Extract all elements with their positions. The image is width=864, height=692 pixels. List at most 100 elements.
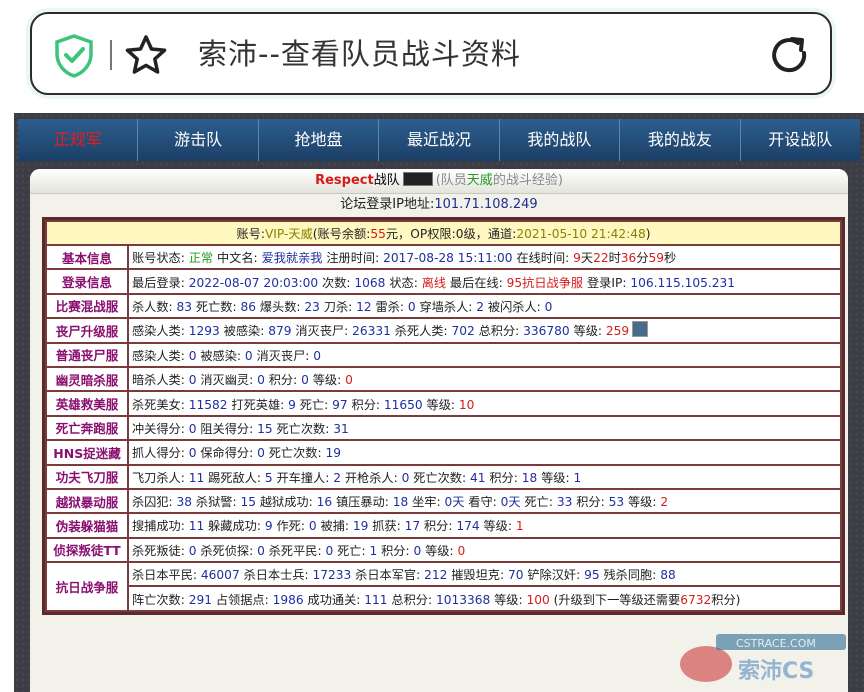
field-label: 在线时间:	[512, 251, 574, 266]
team-name[interactable]: Respect	[315, 173, 374, 188]
row-values: 冲关得分: 0 阻关得分: 15 死亡次数: 31	[129, 416, 840, 440]
field-value: 9	[288, 397, 296, 412]
op-label: 元，OP权限:	[385, 227, 456, 241]
nav-item-my-team[interactable]: 我的战队	[500, 119, 621, 161]
field-label: 杀死叛徒:	[132, 543, 189, 558]
field-label: 积分:	[485, 470, 522, 485]
page-title: 索沛--查看队员战斗资料	[198, 37, 521, 71]
field-value: 0	[345, 373, 353, 388]
field-label: 等级:	[490, 592, 527, 607]
account-label: 账号:	[236, 227, 265, 241]
nav-item-zhengguijun[interactable]: 正规军	[18, 119, 139, 161]
field-value: 2017-08-28 15:11:00	[383, 251, 513, 266]
field-value: 26331	[352, 324, 391, 339]
team-suffix: 战队	[373, 173, 400, 188]
row-label[interactable]: 伪装躲猫猫	[47, 514, 127, 537]
stats-table: 账号:VIP-天威(账号余额:55元，OP权限:0级，通道:2021-05-10…	[45, 220, 842, 612]
forum-ip-line: 论坛登录IP地址:101.71.108.249	[30, 194, 848, 216]
field-label: 被感染:	[196, 348, 245, 363]
field-value: 17233	[312, 568, 352, 583]
field-value: 97	[332, 397, 348, 412]
field-value: 53	[608, 495, 625, 510]
field-value: 0	[407, 299, 416, 314]
nav-item-recent-battles[interactable]: 最近战况	[379, 119, 500, 161]
bookmark-star-icon[interactable]	[124, 34, 168, 76]
field-value: 86	[240, 299, 256, 314]
field-value: 11582	[188, 397, 228, 412]
field-value: 1986	[272, 592, 304, 607]
field-label: 飞刀杀人:	[132, 470, 189, 485]
table-row: 普通丧尸服 感染人类: 0 被感染: 0 消灭丧尸: 0	[47, 343, 840, 366]
row-label[interactable]: 普通丧尸服	[47, 343, 127, 366]
member-name: 天威	[466, 173, 493, 188]
field-label: 最后登录:	[132, 275, 189, 290]
field-label: 最后在线:	[446, 275, 507, 290]
field-label: 保命得分:	[196, 446, 258, 461]
nav-item-youjidui[interactable]: 游击队	[138, 119, 259, 161]
field-label: 杀日本士兵:	[239, 568, 313, 583]
nav-item-my-friends[interactable]: 我的战友	[620, 119, 741, 161]
row-label[interactable]: 英雄救美服	[47, 392, 127, 415]
field-label: 消灭幽灵:	[196, 373, 258, 388]
table-row: 幽灵暗杀服 暗杀人类: 0 消灭幽灵: 0 积分: 0 等级: 0	[47, 367, 840, 391]
row-label[interactable]: 死亡奔跑服	[47, 416, 127, 440]
panel-header: Respect战队 (队员天威的战斗经验)	[30, 169, 848, 194]
field-value: 23	[304, 299, 320, 314]
field-value: 0	[188, 446, 197, 461]
field-label: 时	[608, 251, 621, 266]
table-row: 越狱暴动服 杀囚犯: 38 杀狱警: 15 越狱成功: 16 镇压暴动: 18 坐…	[47, 489, 840, 513]
field-label: 分	[636, 251, 649, 266]
watermark-brand: 索沛CS	[738, 659, 814, 684]
nav-item-create-team[interactable]: 开设战队	[741, 119, 860, 161]
field-value: 879	[268, 324, 292, 339]
row-label[interactable]: 登录信息	[47, 270, 127, 293]
field-label: 等级:	[479, 519, 516, 534]
field-label: 死亡次数:	[272, 421, 334, 436]
account-row: 账号:VIP-天威(账号余额:55元，OP权限:0级，通道:2021-05-10…	[47, 222, 840, 244]
field-value: 33	[556, 495, 573, 510]
nav-item-qiangdipan[interactable]: 抢地盘	[259, 119, 380, 161]
field-label: 刀杀:	[319, 299, 357, 314]
field-label: 注册时间:	[322, 251, 384, 266]
field-label: 死亡:	[295, 397, 333, 412]
field-label: 天	[580, 251, 594, 266]
field-value: 10	[458, 397, 475, 412]
field-label: 杀死侦探:	[196, 543, 258, 558]
field-label: 死亡:	[333, 543, 370, 558]
field-value: 11	[188, 470, 205, 485]
field-label: 越狱成功:	[256, 495, 317, 510]
row-label[interactable]: 侦探叛徒TT	[47, 538, 127, 562]
row-label[interactable]: 功夫飞刀服	[47, 465, 127, 488]
row-label[interactable]: 越狱暴动服	[47, 489, 127, 513]
field-value: 41	[469, 470, 486, 485]
separator	[110, 40, 112, 70]
field-label: 感染人类:	[132, 348, 189, 363]
field-value: 2022-08-07 20:03:00	[188, 275, 319, 290]
field-label: 摧毁坦克:	[447, 568, 508, 583]
field-label: 等级:	[308, 373, 346, 388]
reload-icon[interactable]	[768, 33, 812, 77]
field-label: 被闪杀人:	[484, 299, 545, 314]
row-label[interactable]: HNS捉迷藏	[47, 441, 127, 464]
field-label: 开车撞人:	[272, 470, 334, 485]
row-label[interactable]: 丧尸升级服	[47, 319, 127, 342]
header-paren-close: 的战斗经验)	[492, 173, 563, 188]
field-value: 0	[188, 543, 197, 558]
row-values: 杀死叛徒: 0 杀死侦探: 0 杀死平民: 0 死亡: 1 积分: 0 等级: …	[129, 538, 840, 562]
row-label[interactable]: 基本信息	[47, 246, 127, 269]
address-bar[interactable]: 索沛--查看队员战斗资料	[30, 12, 832, 95]
watermark-site: CSTRACE.COM	[736, 637, 816, 650]
field-label: 杀狱警:	[192, 495, 241, 510]
row-values: 杀囚犯: 38 杀狱警: 15 越狱成功: 16 镇压暴动: 18 坐牢: 0天…	[129, 489, 840, 513]
row-label[interactable]: 抗日战争服	[47, 563, 127, 610]
field-value: 36	[620, 251, 637, 266]
table-row: 英雄救美服 杀死美女: 11582 打死英雄: 9 死亡: 97 积分: 1165…	[47, 392, 840, 415]
row-values: 感染人类: 1293 被感染: 879 消灭丧尸: 26331 杀死人类: 70…	[129, 319, 840, 342]
row-label[interactable]: 幽灵暗杀服	[47, 367, 127, 391]
field-value: 正常	[188, 251, 214, 266]
row-values: 阵亡次数: 291 占领据点: 1986 成功通关: 111 总积分: 1013…	[129, 587, 840, 610]
field-value: 0天	[444, 495, 465, 510]
table-row: 抗日战争服 杀日本平民: 46007 杀日本士兵: 17233 杀日本军官: 21…	[47, 563, 840, 610]
row-label[interactable]: 比赛混战服	[47, 294, 127, 318]
field-value: 95	[584, 568, 600, 583]
